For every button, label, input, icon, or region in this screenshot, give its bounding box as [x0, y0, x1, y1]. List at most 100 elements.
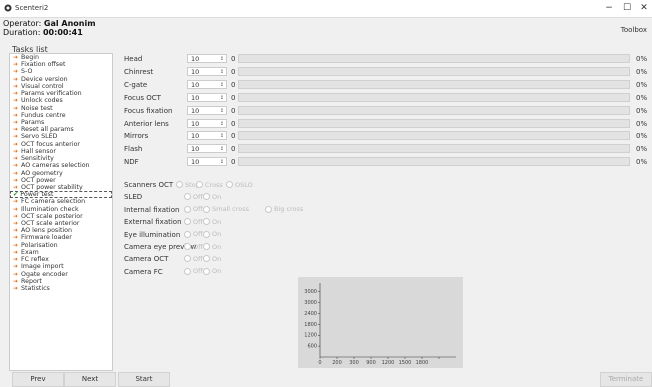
spin-arrows-icon[interactable]: ↕ — [220, 158, 224, 167]
task-label: Statistics — [21, 285, 50, 292]
task-label: OCT power — [21, 176, 56, 184]
start-button[interactable]: Start — [118, 372, 170, 387]
arrow-right-icon: ➜ — [13, 61, 19, 69]
param-value: 10 — [191, 145, 200, 154]
toggle-option[interactable]: Cross — [196, 181, 223, 189]
task-item[interactable]: ➜ Fixation offset — [10, 61, 112, 68]
toggle-option[interactable]: Off — [184, 267, 203, 275]
param-spinbox[interactable]: 10 ↕ — [187, 118, 227, 129]
terminate-button[interactable]: Terminate — [600, 372, 652, 387]
spin-arrows-icon[interactable]: ↕ — [220, 55, 224, 64]
task-item[interactable]: ➜ Params — [10, 119, 112, 126]
plot-chart: 3000 3000 2400 1800 1200 600 0 200 300 900 1200 150… — [304, 283, 456, 366]
task-item[interactable]: ➜ Hall sensor — [10, 148, 112, 155]
task-item[interactable]: ➜ Begin — [10, 54, 112, 61]
toggle-option[interactable]: Big cross — [265, 205, 303, 213]
task-item[interactable]: ➜ Statistics — [10, 285, 112, 292]
toggle-option[interactable]: On — [203, 230, 221, 238]
task-item[interactable]: ➜ Report — [10, 278, 112, 285]
toggle-option[interactable]: Small cross — [203, 205, 249, 213]
task-item[interactable]: ➜ AO cameras selection — [10, 162, 112, 169]
tasks-list[interactable]: ➜ Begin ➜ Fixation offset ➜ S-O ➜ Device versio… — [9, 53, 113, 371]
task-item[interactable]: ➜ S-O — [10, 68, 112, 75]
operator-name: Gal Anonim — [43, 19, 96, 28]
minimize-button[interactable]: − — [601, 2, 617, 14]
next-button[interactable]: Next — [64, 372, 116, 387]
task-item[interactable]: ➜ Noise test — [10, 105, 112, 112]
task-item[interactable]: ➜ Sensitivity — [10, 155, 112, 162]
spin-arrows-icon[interactable]: ↕ — [220, 120, 224, 129]
task-item[interactable]: ➜ Unlock codes — [10, 97, 112, 104]
task-item[interactable]: ➜ Exam — [10, 249, 112, 256]
toggle-option-label: On — [212, 242, 222, 251]
task-item[interactable]: ➜ Firmware loader — [10, 234, 112, 241]
task-item[interactable]: ➜ OCT scale posterior — [10, 213, 112, 220]
param-spinbox[interactable]: 10 ↕ — [187, 79, 227, 90]
task-label: FC reflex — [21, 256, 49, 264]
spin-arrows-icon[interactable]: ↕ — [220, 68, 224, 77]
toggle-option[interactable]: Off — [184, 243, 203, 251]
spin-arrows-icon[interactable]: ↕ — [220, 107, 224, 116]
task-label: Illumination check — [21, 205, 79, 213]
maximize-button[interactable]: ☐ — [619, 2, 635, 14]
param-spinbox[interactable]: 10 ↕ — [187, 54, 227, 63]
param-percent: 0% — [636, 55, 648, 63]
param-spinbox[interactable]: 10 ↕ — [187, 92, 227, 103]
spin-arrows-icon[interactable]: ↕ — [220, 145, 224, 154]
task-item[interactable]: ➜ Reset all params — [10, 126, 112, 133]
task-item[interactable]: ➜ Illumination check — [10, 206, 112, 213]
task-item[interactable]: ➜ Device version — [10, 76, 112, 83]
toggle-option[interactable]: Off — [184, 205, 203, 213]
task-item[interactable]: ➜ FC reflex — [10, 256, 112, 263]
arrow-right-icon: ➜ — [13, 241, 19, 249]
task-item[interactable]: ✔ Power test — [10, 191, 112, 199]
toggle-option[interactable]: On — [203, 243, 221, 251]
toggle-option[interactable]: On — [203, 193, 221, 201]
toggle-option[interactable]: OSLO — [226, 181, 253, 189]
param-spinbox[interactable]: 10 ↕ — [187, 157, 227, 167]
toggle-option[interactable]: Off — [184, 230, 203, 238]
param-progress-bar — [238, 144, 630, 154]
toggle-option[interactable]: Off — [184, 193, 203, 201]
task-item[interactable]: ➜ Params verification — [10, 90, 112, 97]
y-tick-label: 600 — [307, 344, 317, 350]
task-item[interactable]: ➜ OCT power stability — [10, 184, 112, 191]
arrow-right-icon: ➜ — [13, 198, 19, 206]
task-item[interactable]: ➜ Polarisation — [10, 242, 112, 249]
task-item[interactable]: ➜ FC camera selection — [10, 198, 112, 205]
arrow-right-icon: ➜ — [13, 183, 19, 191]
toggle-option-label: Off — [193, 267, 203, 276]
spin-arrows-icon[interactable]: ↕ — [220, 94, 224, 103]
task-item[interactable]: ➜ OCT power — [10, 177, 112, 184]
task-label: AO lens position — [21, 227, 73, 235]
param-spinbox[interactable]: 10 ↕ — [187, 66, 227, 77]
param-label: Focus OCT — [124, 93, 161, 102]
toggle-option-label: On — [212, 254, 222, 263]
toggle-option[interactable]: On — [203, 255, 221, 263]
toggle-option[interactable]: On — [203, 218, 221, 226]
close-button[interactable]: ✕ — [636, 2, 652, 14]
task-item[interactable]: ➜ OCT focus anterior — [10, 141, 112, 148]
prev-button[interactable]: Prev — [12, 372, 64, 387]
task-item[interactable]: ➜ Fundus centre — [10, 112, 112, 119]
param-spinbox[interactable]: 10 ↕ — [187, 105, 227, 116]
task-item[interactable]: ➜ Image import — [10, 263, 112, 270]
task-item[interactable]: ➜ Ogate encoder — [10, 271, 112, 278]
toggle-option[interactable]: On — [203, 267, 221, 275]
param-percent: 0% — [636, 93, 648, 102]
param-percent: 0% — [636, 158, 648, 167]
task-item[interactable]: ➜ Visual control — [10, 83, 112, 90]
task-item[interactable]: ➜ OCT scale anterior — [10, 220, 112, 227]
task-item[interactable]: ➜ AO geometry — [10, 170, 112, 177]
toolbox-button[interactable]: Toolbox — [621, 26, 647, 34]
toggle-option[interactable]: Off — [184, 218, 203, 226]
param-spinbox[interactable]: 10 ↕ — [187, 144, 227, 154]
param-spinbox[interactable]: 10 ↕ — [187, 131, 227, 141]
arrow-right-icon: ➜ — [13, 205, 19, 213]
task-item[interactable]: ➜ Servo SLED — [10, 133, 112, 140]
toggle-option[interactable]: Off — [184, 255, 203, 263]
spin-arrows-icon[interactable]: ↕ — [220, 132, 224, 141]
spin-arrows-icon[interactable]: ↕ — [220, 81, 224, 90]
task-label: Params — [21, 118, 45, 126]
task-item[interactable]: ➜ AO lens position — [10, 227, 112, 234]
